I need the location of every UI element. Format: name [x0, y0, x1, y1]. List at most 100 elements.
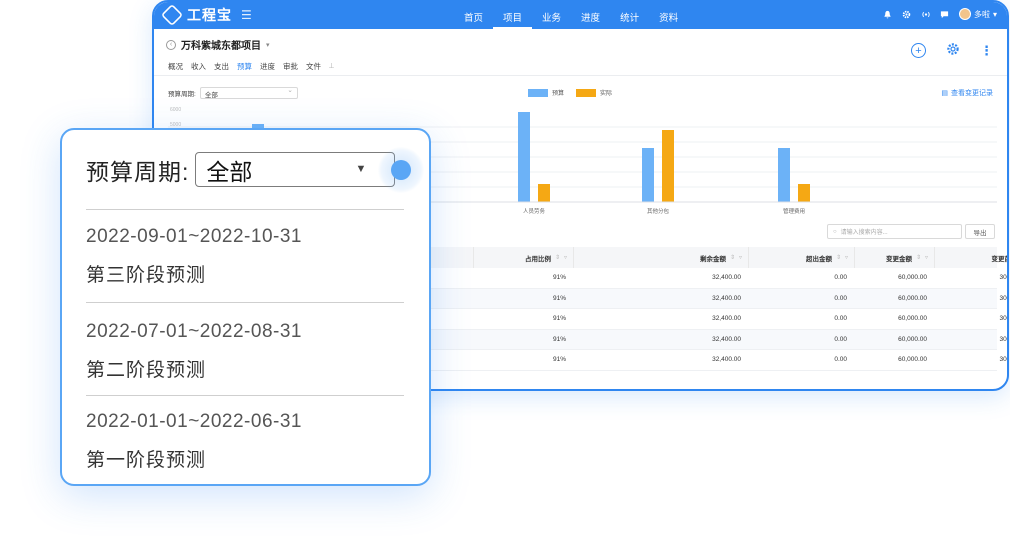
- col-before[interactable]: 变更前金额⇕: [935, 247, 1007, 268]
- view-change-log-label: 查看变更记录: [951, 90, 993, 97]
- popup-period-select[interactable]: 全部 ▼: [195, 152, 396, 187]
- sort-icon: ⇕: [729, 255, 735, 261]
- period-date: 2022-07-01~2022-08-31: [86, 321, 302, 342]
- tab-overview[interactable]: 概况: [168, 61, 183, 76]
- nav-project[interactable]: 项目: [493, 2, 533, 29]
- period-option-3[interactable]: 2022-09-01~2022-10-31 第三阶段预测: [86, 226, 406, 287]
- tab-income[interactable]: 收入: [191, 61, 206, 76]
- logo-icon: [160, 3, 184, 27]
- legend-budget[interactable]: 预算: [528, 88, 564, 97]
- nav-documents[interactable]: 资料: [649, 2, 688, 29]
- cell-ratio: 91%: [552, 294, 566, 302]
- filter-icon: ▿: [563, 255, 567, 261]
- x-tick-label: 管理费用: [783, 207, 805, 215]
- cell-change: 60,000.00: [898, 335, 927, 343]
- search-placeholder: 请输入搜索内容...: [840, 230, 888, 236]
- nav-home[interactable]: 首页: [454, 2, 493, 29]
- tab-approval[interactable]: 审批: [283, 61, 298, 76]
- cell-over: 0.00: [834, 294, 847, 302]
- nav-business[interactable]: 业务: [532, 2, 571, 29]
- cursor-dot: [391, 160, 411, 180]
- project-header: ‹ 万科紫城东都项目 ▾: [166, 37, 270, 52]
- cell-remain: 32,400.00: [712, 274, 741, 282]
- filter-icon: ▿: [844, 255, 848, 261]
- col-ratio[interactable]: 占用比例 ⇕ ▿: [474, 247, 574, 268]
- message-icon[interactable]: [940, 9, 950, 19]
- cell-over: 0.00: [834, 335, 847, 343]
- more-vertical-icon[interactable]: ⋮: [980, 43, 993, 59]
- bar-budget: [518, 112, 530, 202]
- project-tabs: 概况 收入 支出 预算 进度 审批 文件 ⟂: [168, 61, 334, 76]
- popup-filter-row: 预算周期: 全部 ▼: [86, 152, 396, 187]
- cell-remain: 32,400.00: [712, 315, 741, 323]
- period-name: 第二阶段预测: [86, 360, 207, 381]
- col-remain[interactable]: 剩余金额 ⇕ ▿: [574, 247, 749, 268]
- bar-actual: [538, 184, 550, 202]
- x-tick-label: 其他分包: [647, 207, 670, 215]
- header-actions: + ⋮: [911, 42, 993, 59]
- cell-ratio: 91%: [552, 356, 566, 364]
- cell-remain: 32,400.00: [712, 356, 741, 364]
- avatar: [958, 8, 971, 20]
- cell-before: 300,000.00: [999, 315, 1007, 323]
- cell-remain: 32,400.00: [712, 294, 741, 302]
- document-icon: ▤: [941, 90, 948, 97]
- cell-before: 300,000.00: [999, 356, 1007, 364]
- logo[interactable]: 工程宝 ☰: [160, 3, 252, 27]
- cell-remain: 32,400.00: [712, 335, 741, 343]
- legend-actual[interactable]: 实际: [576, 88, 612, 97]
- tab-more-icon[interactable]: ⟂: [329, 61, 334, 76]
- filter-icon: ▿: [924, 255, 928, 261]
- search-input[interactable]: ○ 请输入搜索内容...: [827, 224, 962, 239]
- bar-actual: [662, 130, 674, 202]
- cell-ratio: 91%: [552, 274, 566, 282]
- tab-files[interactable]: 文件: [306, 61, 321, 76]
- tab-progress[interactable]: 进度: [260, 61, 275, 76]
- budget-period-label: 预算周期:: [168, 91, 196, 98]
- cell-before: 300,000.00: [999, 294, 1007, 302]
- broadcast-icon[interactable]: [921, 9, 931, 19]
- chart-legend: 预算 实际: [528, 88, 612, 97]
- cell-over: 0.00: [834, 315, 847, 323]
- nav-progress[interactable]: 进度: [571, 2, 610, 29]
- col-change[interactable]: 变更金额 ⇕ ▿: [855, 247, 935, 268]
- project-title[interactable]: 万科紫城东都项目: [181, 37, 261, 52]
- menu-icon[interactable]: ☰: [241, 8, 252, 22]
- y-tick-label: 6000: [170, 107, 181, 113]
- gear-icon[interactable]: [946, 42, 960, 59]
- nav-statistics[interactable]: 统计: [610, 2, 649, 29]
- cell-change: 60,000.00: [898, 315, 927, 323]
- chevron-down-icon[interactable]: ▾: [266, 41, 270, 49]
- back-icon[interactable]: ‹: [166, 39, 176, 50]
- cell-before: 300,000.00: [999, 335, 1007, 343]
- view-change-log-link[interactable]: ▤ 查看变更记录: [941, 88, 993, 98]
- period-name: 第三阶段预测: [86, 265, 207, 286]
- settings-icon[interactable]: [902, 9, 912, 19]
- cell-over: 0.00: [834, 356, 847, 364]
- period-date: 2022-09-01~2022-10-31: [86, 226, 302, 247]
- cell-change: 60,000.00: [898, 274, 927, 282]
- divider: [86, 209, 404, 210]
- tabs-divider: [154, 75, 1007, 76]
- tab-budget[interactable]: 预算: [237, 61, 252, 76]
- budget-period-filter: 预算周期: 全部: [168, 86, 298, 99]
- budget-period-select[interactable]: 全部: [199, 86, 298, 99]
- top-right-tools: 多啦 ▾: [883, 8, 997, 20]
- user-name: 多啦: [973, 9, 990, 19]
- period-option-2[interactable]: 2022-07-01~2022-08-31 第二阶段预测: [86, 321, 406, 382]
- col-over[interactable]: 超出金额 ⇕ ▿: [749, 247, 855, 268]
- legend-swatch-actual: [576, 88, 597, 97]
- add-icon[interactable]: +: [911, 43, 926, 58]
- cell-change: 60,000.00: [898, 294, 927, 302]
- search-icon: ○: [833, 228, 837, 235]
- divider: [86, 395, 404, 396]
- period-option-1[interactable]: 2022-01-01~2022-06-31 第一阶段预测: [86, 411, 406, 472]
- sort-icon: ⇕: [835, 255, 841, 261]
- user-menu[interactable]: 多啦 ▾: [958, 8, 997, 20]
- export-button[interactable]: 导出: [965, 224, 995, 239]
- tab-expense[interactable]: 支出: [214, 61, 229, 76]
- dropdown-arrow-icon: ▼: [355, 163, 367, 175]
- brand-name: 工程宝: [187, 7, 232, 23]
- cell-before: 300,000.00: [999, 274, 1007, 282]
- bell-icon[interactable]: [883, 9, 893, 19]
